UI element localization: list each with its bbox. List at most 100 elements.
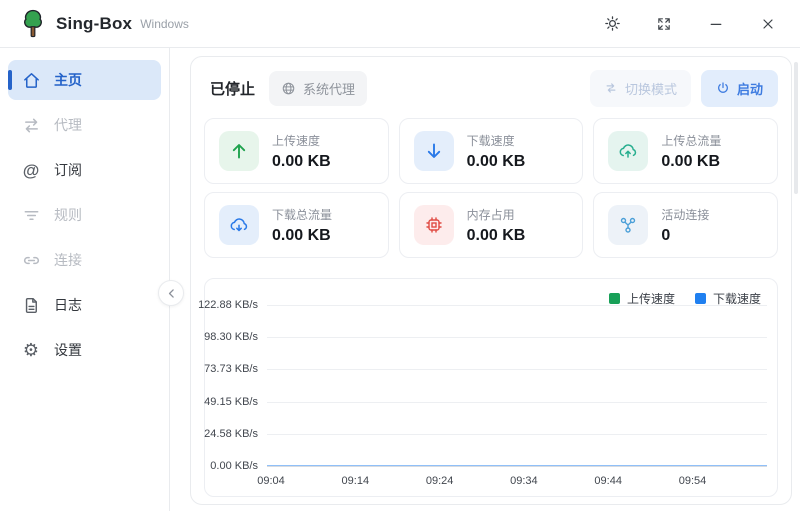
- status-actions: 切换模式 启动: [590, 70, 778, 107]
- main-content: 已停止 系统代理: [170, 48, 800, 511]
- sidebar-item-subscription[interactable]: @ 订阅: [8, 150, 161, 190]
- cloud-download-icon: [219, 205, 259, 245]
- sidebar-item-connections[interactable]: 连接: [8, 240, 161, 280]
- status-row: 已停止 系统代理: [204, 70, 778, 106]
- cloud-upload-icon: [608, 131, 648, 171]
- at-sign-icon: @: [21, 162, 41, 179]
- chart-plot: 122.88 KB/s98.30 KB/s73.73 KB/s49.15 KB/…: [267, 305, 767, 466]
- arrow-up-icon: [219, 131, 259, 171]
- link-icon: [21, 251, 41, 270]
- switch-mode-button[interactable]: 切换模式: [590, 70, 691, 107]
- filter-icon: [21, 206, 41, 225]
- power-icon: [716, 81, 730, 95]
- chip-icon: [414, 205, 454, 245]
- y-tick-label: 24.58 KB/s: [204, 428, 258, 440]
- close-button[interactable]: [750, 9, 786, 39]
- sidebar-item-label: 代理: [54, 115, 82, 135]
- sidebar: 主页 代理 @ 订阅 规则: [0, 48, 170, 511]
- traffic-chart-card: 上传速度 下载速度 122.88 KB/s98.30 KB/s73.73 KB/s…: [204, 278, 778, 497]
- stat-card-download-speed: 下载速度 0.00 KB: [399, 118, 584, 184]
- stat-card-upload-total: 上传总流量 0.00 KB: [593, 118, 778, 184]
- sidebar-item-label: 日志: [54, 295, 82, 315]
- sidebar-collapse-button[interactable]: [158, 280, 184, 306]
- legend-label: 下载速度: [713, 290, 761, 307]
- titlebar: Sing-Box Windows: [0, 0, 800, 48]
- home-icon: [21, 71, 41, 90]
- sidebar-item-label: 订阅: [54, 160, 82, 180]
- stat-card-upload-speed: 上传速度 0.00 KB: [204, 118, 389, 184]
- expand-icon: [656, 16, 672, 32]
- y-tick-label: 49.15 KB/s: [204, 396, 258, 408]
- stat-card-memory: 内存占用 0.00 KB: [399, 192, 584, 258]
- app-subtitle: Windows: [140, 17, 189, 31]
- y-tick-label: 122.88 KB/s: [198, 299, 258, 311]
- x-tick-label: 09:34: [510, 475, 538, 487]
- sidebar-item-label: 连接: [54, 250, 82, 270]
- close-icon: [760, 16, 776, 32]
- x-tick-label: 09:14: [342, 475, 370, 487]
- app-body: 主页 代理 @ 订阅 规则: [0, 48, 800, 511]
- stat-label: 活动连接: [661, 206, 709, 223]
- chevron-left-icon: [165, 287, 178, 300]
- sidebar-item-settings[interactable]: ⚙ 设置: [8, 330, 161, 370]
- legend-swatch: [609, 293, 620, 304]
- x-tick-label: 09:44: [594, 475, 622, 487]
- network-icon: [608, 205, 648, 245]
- arrow-down-icon: [414, 131, 454, 171]
- window-controls: [594, 9, 786, 39]
- legend-item[interactable]: 上传速度: [609, 290, 675, 307]
- stat-card-download-total: 下载总流量 0.00 KB: [204, 192, 389, 258]
- dashboard-panel: 已停止 系统代理: [190, 56, 792, 505]
- proxy-mode-label: 系统代理: [303, 79, 355, 98]
- y-tick-label: 0.00 KB/s: [210, 460, 258, 472]
- sidebar-item-logs[interactable]: 日志: [8, 285, 161, 325]
- stat-label: 上传速度: [272, 132, 331, 149]
- x-tick-label: 09:24: [426, 475, 454, 487]
- gear-icon: ⚙: [21, 341, 41, 359]
- y-tick-label: 73.73 KB/s: [204, 363, 258, 375]
- switch-mode-label: 切换模式: [625, 79, 677, 98]
- sidebar-item-rules[interactable]: 规则: [8, 195, 161, 235]
- swap-icon: [604, 81, 618, 95]
- scrollbar-thumb[interactable]: [794, 62, 798, 194]
- minimize-icon: [708, 16, 724, 32]
- active-indicator: [8, 70, 12, 90]
- stat-label: 下载速度: [467, 132, 526, 149]
- stat-value: 0.00 KB: [272, 227, 332, 245]
- legend-swatch: [695, 293, 706, 304]
- sidebar-item-label: 主页: [54, 70, 82, 90]
- theme-toggle-button[interactable]: [594, 9, 630, 39]
- sidebar-item-home[interactable]: 主页: [8, 60, 161, 100]
- fullscreen-button[interactable]: [646, 9, 682, 39]
- stat-label: 下载总流量: [272, 206, 332, 223]
- stat-value: 0.00 KB: [661, 153, 721, 171]
- sun-icon: [604, 15, 621, 32]
- x-axis-line: [267, 466, 767, 467]
- legend-item[interactable]: 下载速度: [695, 290, 761, 307]
- stat-value: 0: [661, 227, 709, 245]
- stat-value: 0.00 KB: [467, 227, 526, 245]
- legend-label: 上传速度: [627, 290, 675, 307]
- app-title: Sing-Box: [56, 14, 132, 34]
- x-tick-label: 09:54: [679, 475, 707, 487]
- sidebar-item-proxy[interactable]: 代理: [8, 105, 161, 145]
- globe-icon: [281, 81, 296, 96]
- y-tick-label: 98.30 KB/s: [204, 331, 258, 343]
- start-button[interactable]: 启动: [701, 70, 778, 107]
- chart-legend: 上传速度 下载速度: [609, 290, 761, 307]
- stat-value: 0.00 KB: [467, 153, 526, 171]
- stat-card-active-connections: 活动连接 0: [593, 192, 778, 258]
- minimize-button[interactable]: [698, 9, 734, 39]
- chart-series: [267, 305, 767, 466]
- start-label: 启动: [737, 79, 763, 98]
- document-icon: [21, 296, 41, 315]
- sidebar-item-label: 设置: [54, 340, 82, 360]
- proxy-mode-badge: 系统代理: [269, 71, 367, 106]
- sidebar-item-label: 规则: [54, 205, 82, 225]
- stats-grid: 上传速度 0.00 KB 下载速度 0.00 KB: [204, 118, 778, 258]
- stat-label: 内存占用: [467, 206, 526, 223]
- stat-value: 0.00 KB: [272, 153, 331, 171]
- app-logo-tree-icon: [20, 9, 46, 39]
- kernel-status-text: 已停止: [210, 78, 255, 99]
- stat-label: 上传总流量: [661, 132, 721, 149]
